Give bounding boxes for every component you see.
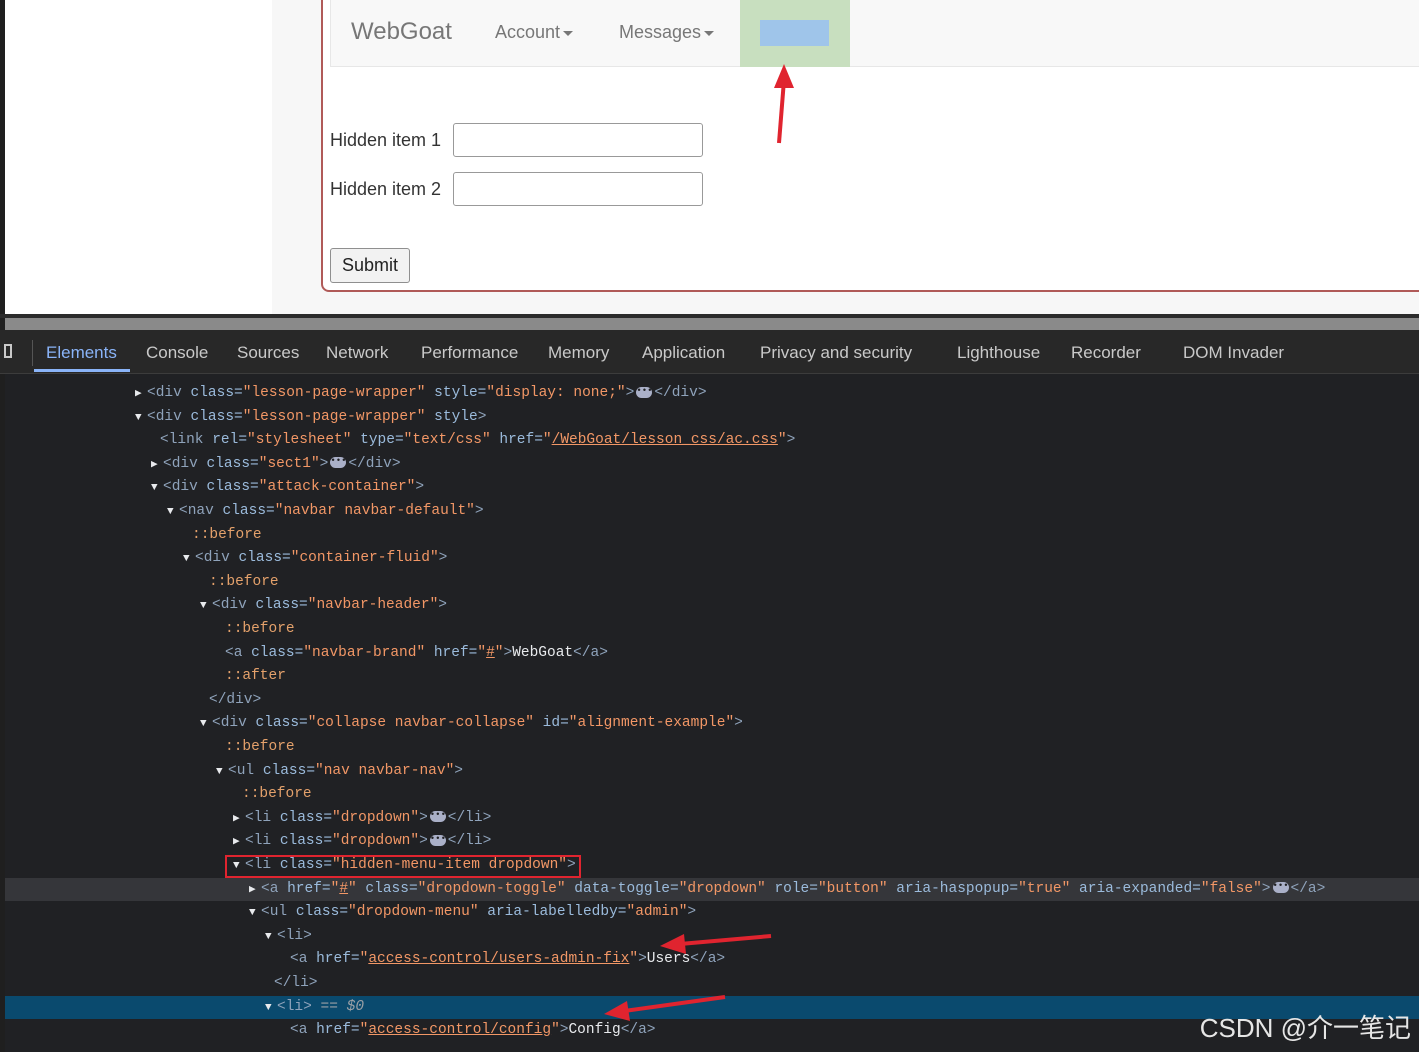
hidden-item-2-label: Hidden item 2 bbox=[330, 179, 442, 199]
tabbar-separator bbox=[32, 340, 33, 366]
hidden-item-2-input[interactable] bbox=[453, 172, 703, 206]
watermark: CSDN @介一笔记 bbox=[1199, 1013, 1411, 1043]
dom-node[interactable]: ▼ <div class="container-fluid"> bbox=[5, 547, 1419, 571]
dom-close-tag[interactable]: </div> bbox=[5, 689, 1419, 713]
dom-pseudo[interactable]: ::after bbox=[5, 665, 1419, 689]
hidden-menu-toggle[interactable] bbox=[760, 20, 829, 46]
tab-performance[interactable]: Performance bbox=[421, 343, 518, 363]
ellipsis-icon[interactable]: ••• bbox=[330, 457, 347, 469]
collapse-triangle-icon[interactable]: ▼ bbox=[265, 926, 277, 949]
dom-node-users-link[interactable]: <a href="access-control/users-admin-fix"… bbox=[5, 948, 1419, 972]
nav-messages-dropdown[interactable]: Messages bbox=[619, 22, 715, 43]
dom-node[interactable]: <a class="navbar-brand" href="#">WebGoat… bbox=[5, 642, 1419, 666]
dom-node[interactable]: ▶ <div class="lesson-page-wrapper" style=… bbox=[5, 382, 1419, 406]
annotation-arrow-left-icon bbox=[604, 995, 726, 1021]
tab-dom-invader[interactable]: DOM Invader bbox=[1183, 343, 1284, 363]
tab-sources[interactable]: Sources bbox=[237, 343, 299, 363]
dom-node[interactable]: ▶ <li class="dropdown"> ••• </li> bbox=[5, 807, 1419, 831]
dom-pseudo[interactable]: ::before bbox=[5, 524, 1419, 548]
caret-down-icon bbox=[704, 30, 715, 36]
tab-recorder[interactable]: Recorder bbox=[1071, 343, 1141, 363]
tab-lighthouse[interactable]: Lighthouse bbox=[957, 343, 1040, 363]
dom-node[interactable]: ▼ <div class="lesson-page-wrapper" style> bbox=[5, 406, 1419, 430]
dom-node[interactable]: ▼ <div class="collapse navbar-collapse" i… bbox=[5, 712, 1419, 736]
devtools-resize-handle[interactable] bbox=[5, 318, 1419, 330]
tab-application[interactable]: Application bbox=[642, 343, 725, 363]
dom-pseudo[interactable]: ::before bbox=[5, 571, 1419, 595]
collapse-triangle-icon[interactable]: ▼ bbox=[167, 501, 179, 524]
tab-memory[interactable]: Memory bbox=[548, 343, 609, 363]
dom-node[interactable]: ▼ <div class="attack-container"> bbox=[5, 476, 1419, 500]
nav-messages-label: Messages bbox=[619, 22, 702, 42]
collapse-triangle-icon[interactable]: ▼ bbox=[249, 902, 261, 925]
nav-account-label: Account bbox=[495, 22, 561, 42]
navbar-brand[interactable]: WebGoat bbox=[351, 18, 452, 46]
collapse-triangle-icon[interactable]: ▼ bbox=[265, 997, 277, 1020]
dom-node-hidden-menu-item[interactable]: ▼ <li class="hidden-menu-item dropdown"> bbox=[5, 854, 1419, 878]
ellipsis-icon[interactable]: ••• bbox=[1272, 882, 1289, 894]
collapse-triangle-icon[interactable]: ▼ bbox=[200, 595, 212, 618]
ellipsis-icon[interactable]: ••• bbox=[429, 811, 446, 823]
submit-button[interactable]: Submit bbox=[330, 248, 410, 283]
nav-account-dropdown[interactable]: Account bbox=[495, 22, 574, 43]
caret-down-icon bbox=[563, 30, 574, 36]
expand-triangle-icon[interactable]: ▶ bbox=[233, 831, 245, 854]
active-tab-indicator bbox=[34, 369, 130, 372]
dom-node[interactable]: ▼ <ul class="dropdown-menu" aria-labelled… bbox=[5, 901, 1419, 925]
annotation-highlight-box bbox=[225, 855, 581, 878]
window-edge bbox=[0, 0, 5, 316]
dom-node[interactable]: ▶ <div class="sect1"> ••• </div> bbox=[5, 453, 1419, 477]
expand-triangle-icon[interactable]: ▶ bbox=[233, 808, 245, 831]
hidden-item-1-label: Hidden item 1 bbox=[330, 130, 442, 150]
navbar bbox=[330, 0, 1419, 67]
collapse-triangle-icon[interactable]: ▼ bbox=[135, 407, 147, 430]
dom-pseudo[interactable]: ::before bbox=[5, 618, 1419, 642]
dom-pseudo[interactable]: ::before bbox=[5, 783, 1419, 807]
collapse-triangle-icon[interactable]: ▼ bbox=[183, 548, 195, 571]
tab-console[interactable]: Console bbox=[146, 343, 208, 363]
dom-node[interactable]: ▼ <div class="navbar-header"> bbox=[5, 594, 1419, 618]
ellipsis-icon[interactable]: ••• bbox=[429, 835, 446, 847]
dom-close-tag[interactable]: </li> bbox=[5, 972, 1419, 996]
expand-triangle-icon[interactable]: ▶ bbox=[249, 879, 261, 902]
dom-node[interactable]: ▶ <a href="#" class="dropdown-toggle" dat… bbox=[5, 877, 1419, 902]
dom-pseudo[interactable]: ::before bbox=[5, 736, 1419, 760]
expand-triangle-icon[interactable]: ▶ bbox=[135, 383, 147, 406]
dom-node[interactable]: <link rel="stylesheet" type="text/css" h… bbox=[5, 429, 1419, 453]
collapse-triangle-icon[interactable]: ▼ bbox=[216, 761, 228, 784]
ellipsis-icon[interactable]: ••• bbox=[636, 386, 653, 398]
dom-node[interactable]: ▶ <li class="dropdown"> ••• </li> bbox=[5, 830, 1419, 854]
dom-node[interactable]: ▼ <li> bbox=[5, 925, 1419, 949]
hidden-item-1-input[interactable] bbox=[453, 123, 703, 157]
tab-privacy-security[interactable]: Privacy and security bbox=[760, 343, 912, 363]
dom-node[interactable]: ▼ <ul class="nav navbar-nav"> bbox=[5, 760, 1419, 784]
dock-side-icon[interactable] bbox=[4, 344, 12, 358]
tab-network[interactable]: Network bbox=[326, 343, 388, 363]
dom-tree: ▶ <div class="lesson-page-wrapper" style=… bbox=[5, 374, 1419, 1052]
dom-node[interactable]: ▼ <nav class="navbar navbar-default"> bbox=[5, 500, 1419, 524]
expand-triangle-icon[interactable]: ▶ bbox=[151, 454, 163, 477]
collapse-triangle-icon[interactable]: ▼ bbox=[200, 713, 212, 736]
collapse-triangle-icon[interactable]: ▼ bbox=[151, 477, 163, 500]
tab-elements[interactable]: Elements bbox=[46, 343, 117, 363]
